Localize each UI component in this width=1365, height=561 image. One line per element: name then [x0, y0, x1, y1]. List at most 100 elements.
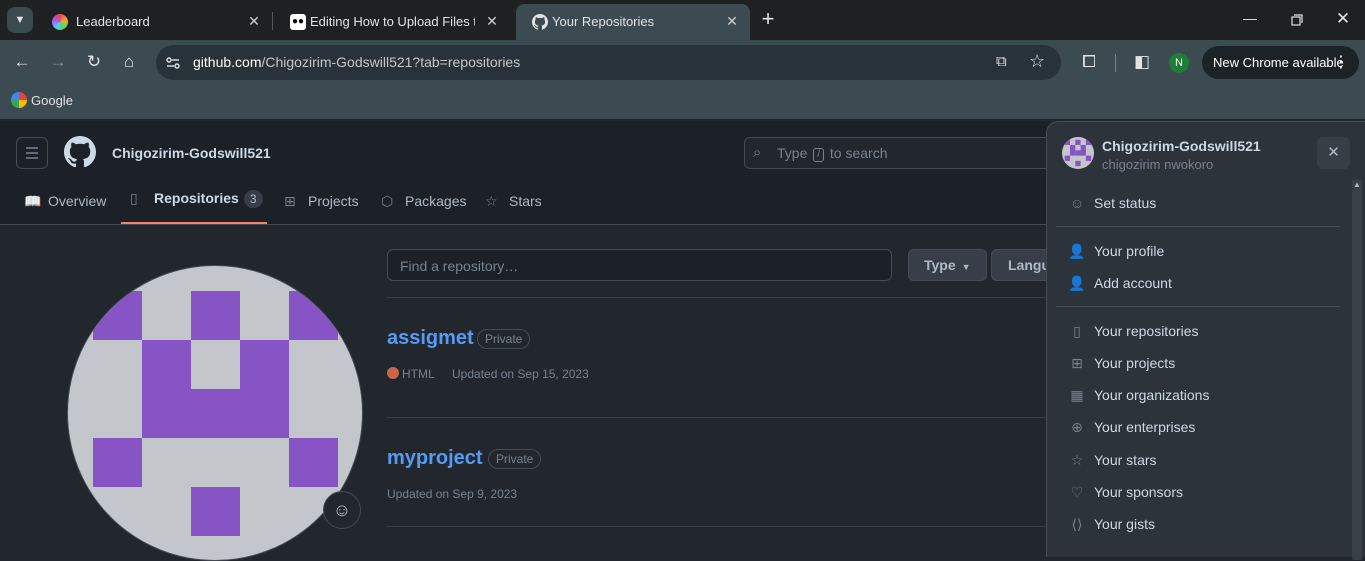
menu-item-set-status[interactable]: ☺ Set status [1068, 192, 1156, 216]
repo-language: HTML [402, 367, 435, 381]
bookmark-label: Google [31, 93, 73, 108]
github-logo-icon [532, 14, 548, 30]
tab-title: Leaderboard [76, 14, 150, 29]
minimize-icon[interactable]: — [1240, 10, 1260, 30]
extensions-icon[interactable]: ⧠ [1075, 48, 1103, 76]
package-icon: ⬡ [381, 193, 394, 209]
menu-username: Chigozirim-Godswill521 [1102, 138, 1261, 154]
header-username[interactable]: Chigozirim-Godswill521 [112, 145, 271, 161]
install-app-icon[interactable]: ⧉ [996, 53, 1016, 73]
menu-item-your-repositories[interactable]: ▯ Your repositories [1068, 320, 1198, 344]
repo-count-badge: 3 [243, 190, 263, 208]
forward-arrow-icon[interactable]: → [44, 48, 72, 76]
code-square-icon: ⟨⟩ [1071, 516, 1083, 532]
new-chrome-available-button[interactable]: New Chrome available ⋮ [1202, 46, 1359, 79]
find-placeholder: Find a repository… [400, 258, 519, 274]
type-filter-button[interactable]: Type ▼ [908, 249, 987, 281]
search-icon: ⌕ [753, 144, 762, 161]
find-repository-input[interactable]: Find a repository… [387, 249, 892, 281]
google-logo-icon [11, 92, 27, 108]
tab-label: Packages [405, 193, 467, 209]
profile-avatar-large[interactable] [67, 265, 363, 561]
hamburger-menu-button[interactable] [16, 137, 48, 169]
heart-icon: ♡ [1070, 484, 1084, 500]
url-domain: github.com [193, 54, 262, 70]
tab-title: Your Repositories [552, 14, 655, 29]
person-icon: 👤 [1068, 243, 1086, 259]
menu-divider [1056, 226, 1340, 227]
kebab-menu-icon[interactable]: ⋮ [1333, 46, 1349, 79]
active-tab-underline [121, 222, 267, 224]
new-chrome-label: New Chrome available [1213, 55, 1344, 70]
search-placeholder-post: to search [829, 145, 888, 161]
tab-projects[interactable]: ⊞ Projects [284, 193, 359, 213]
restore-icon[interactable] [1287, 10, 1307, 30]
scroll-up-icon[interactable]: ▲ [1353, 180, 1361, 189]
identicon-image [93, 291, 338, 536]
menu-item-your-gists[interactable]: ⟨⟩ Your gists [1068, 513, 1155, 537]
tab-label: Repositories [154, 190, 239, 206]
organization-icon: ▦ [1070, 387, 1084, 403]
bookmarks-bar: Google [0, 85, 1365, 120]
globe-icon: ⊕ [1071, 419, 1083, 435]
back-arrow-icon[interactable]: ← [8, 48, 36, 76]
medium-logo-icon: ●● [290, 14, 306, 30]
star-icon: ☆ [485, 193, 498, 209]
menu-item-add-account[interactable]: 👤 Add account [1068, 272, 1172, 296]
menu-item-your-organizations[interactable]: ▦ Your organizations [1068, 384, 1209, 408]
close-icon[interactable]: ✕ [722, 11, 742, 31]
new-tab-button[interactable]: + [757, 8, 779, 32]
toolbar-separator [1115, 54, 1116, 72]
language-color-dot [387, 367, 399, 379]
close-icon[interactable]: ✕ [482, 11, 502, 31]
table-icon: ⊞ [284, 193, 296, 209]
close-icon[interactable]: ✕ [244, 11, 264, 31]
global-search-input[interactable]: ⌕ Type / to search [744, 137, 1074, 169]
url-text: github.com/Chigozirim-Godswill521?tab=re… [193, 54, 520, 70]
tab-separator [272, 12, 273, 30]
reload-icon[interactable]: ↻ [80, 48, 108, 76]
menu-divider [1056, 306, 1340, 307]
bookmark-star-icon[interactable]: ☆ [1029, 51, 1049, 71]
browser-tab-strip: ▼ Leaderboard ✕ ●● Editing How to Upload… [0, 0, 1365, 40]
menu-item-your-profile[interactable]: 👤 Your profile [1068, 240, 1164, 264]
tab-overview[interactable]: 📖 Overview [24, 193, 106, 213]
browser-tab-your-repositories[interactable]: Your Repositories ✕ [516, 4, 750, 40]
tab-title: Editing How to Upload Files to G [310, 14, 475, 29]
tab-stars[interactable]: ☆ Stars [485, 193, 542, 213]
site-settings-icon[interactable] [164, 54, 182, 72]
menu-item-your-stars[interactable]: ☆ Your stars [1068, 449, 1157, 473]
panel-scrollbar[interactable]: ▲ [1352, 180, 1362, 560]
set-status-smiley-button[interactable]: ☺ [323, 491, 361, 529]
visibility-badge: Private [488, 449, 542, 469]
window-close-icon[interactable]: ✕ [1333, 9, 1353, 29]
bookmark-google[interactable]: Google [11, 92, 73, 112]
language-filter-button[interactable]: Langu [991, 249, 1051, 281]
home-icon[interactable]: ⌂ [115, 48, 143, 76]
repo-name-link[interactable]: myproject [387, 447, 483, 470]
repo-list-divider [387, 297, 1047, 298]
menu-fullname: chigozirim nwokoro [1102, 157, 1214, 172]
side-panel-icon[interactable]: ◧ [1128, 48, 1156, 76]
tab-packages[interactable]: ⬡ Packages [381, 193, 466, 213]
menu-item-your-projects[interactable]: ⊞ Your projects [1068, 352, 1175, 376]
tab-label: Projects [308, 193, 359, 209]
url-path: /Chigozirim-Godswill521?tab=repositories [261, 54, 521, 70]
colorful-logo-icon [52, 14, 68, 30]
table-icon: ⊞ [1071, 355, 1083, 371]
address-bar[interactable]: github.com/Chigozirim-Godswill521?tab=re… [156, 45, 1061, 80]
close-menu-button[interactable]: ✕ [1317, 137, 1350, 169]
browser-tab-medium[interactable]: ●● Editing How to Upload Files to G ✕ [274, 4, 510, 40]
github-logo-icon[interactable] [64, 136, 96, 168]
tab-label: Stars [509, 193, 542, 209]
tab-label: Overview [48, 193, 107, 209]
search-placeholder-pre: Type [777, 145, 808, 161]
menu-item-your-sponsors[interactable]: ♡ Your sponsors [1068, 481, 1183, 505]
repo-name-link[interactable]: assigmet [387, 327, 474, 350]
star-icon: ☆ [1070, 452, 1084, 468]
tab-repositories[interactable]: ▯ Repositories 3 [130, 190, 263, 210]
profile-avatar[interactable]: N [1169, 53, 1189, 73]
tab-search-button[interactable]: ▼ [7, 7, 33, 33]
menu-item-your-enterprises[interactable]: ⊕ Your enterprises [1068, 416, 1195, 440]
browser-tab-leaderboard[interactable]: Leaderboard ✕ [36, 4, 272, 40]
